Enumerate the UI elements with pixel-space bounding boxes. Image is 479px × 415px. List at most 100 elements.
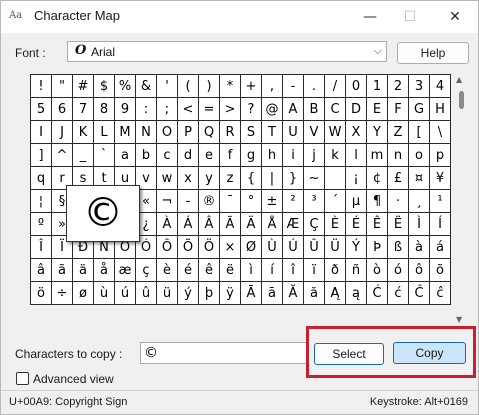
character-cell[interactable]: +	[240, 74, 262, 98]
character-cell[interactable]: 9	[114, 97, 136, 121]
character-cell[interactable]: R	[219, 120, 241, 144]
character-cell[interactable]: Û	[303, 235, 325, 259]
character-cell[interactable]: ì	[240, 258, 262, 282]
character-cell[interactable]: \	[429, 120, 451, 144]
character-cell[interactable]: ^	[51, 143, 73, 167]
character-cell[interactable]: ą	[345, 281, 367, 305]
character-cell[interactable]: i	[282, 143, 304, 167]
character-cell[interactable]: ý	[177, 281, 199, 305]
character-cell[interactable]: î	[282, 258, 304, 282]
character-cell[interactable]: æ	[114, 258, 136, 282]
character-cell[interactable]: J	[51, 120, 73, 144]
character-cell[interactable]: Ö	[198, 235, 220, 259]
character-cell[interactable]: '	[156, 74, 178, 98]
character-cell[interactable]: Ú	[282, 235, 304, 259]
character-cell[interactable]: K	[72, 120, 94, 144]
character-cell[interactable]: Ë	[387, 212, 409, 236]
character-cell[interactable]: ç	[135, 258, 157, 282]
scroll-down-arrow-icon[interactable]: ▼	[456, 315, 462, 324]
character-cell[interactable]: Ą	[324, 281, 346, 305]
character-cell[interactable]: W	[324, 120, 346, 144]
character-cell[interactable]: ;	[156, 97, 178, 121]
character-cell[interactable]: .	[303, 74, 325, 98]
character-cell[interactable]: É	[345, 212, 367, 236]
character-cell[interactable]: ,	[261, 74, 283, 98]
character-cell[interactable]: L	[93, 120, 115, 144]
character-cell[interactable]: Ü	[324, 235, 346, 259]
character-cell[interactable]: ü	[156, 281, 178, 305]
character-cell[interactable]: j	[303, 143, 325, 167]
character-cell[interactable]: ?	[240, 97, 262, 121]
character-cell[interactable]: n	[387, 143, 409, 167]
character-cell[interactable]: ö	[30, 281, 52, 305]
character-cell[interactable]: ¤	[408, 166, 430, 190]
character-cell[interactable]: f	[219, 143, 241, 167]
character-cell[interactable]: ¬	[156, 189, 178, 213]
character-cell[interactable]: ³	[303, 189, 325, 213]
character-cell[interactable]: I	[30, 120, 52, 144]
character-cell[interactable]: Ć	[366, 281, 388, 305]
character-cell[interactable]: ÿ	[219, 281, 241, 305]
character-cell[interactable]: ă	[303, 281, 325, 305]
maximize-button[interactable]: ☐	[388, 5, 432, 29]
character-cell[interactable]: X	[345, 120, 367, 144]
character-cell[interactable]: Î	[30, 235, 52, 259]
character-cell[interactable]: Ä	[240, 212, 262, 236]
character-cell[interactable]: "	[51, 74, 73, 98]
character-cell[interactable]: -	[177, 189, 199, 213]
character-cell[interactable]: ø	[72, 281, 94, 305]
character-cell[interactable]: N	[135, 120, 157, 144]
character-cell[interactable]: Y	[366, 120, 388, 144]
characters-to-copy-input[interactable]: ©	[140, 342, 309, 364]
character-cell[interactable]: F	[387, 97, 409, 121]
character-cell[interactable]: Õ	[177, 235, 199, 259]
character-cell[interactable]: H	[429, 97, 451, 121]
character-cell[interactable]: @	[261, 97, 283, 121]
scrollbar-thumb[interactable]	[459, 91, 464, 109]
character-cell[interactable]: D	[345, 97, 367, 121]
character-cell[interactable]: ô	[408, 258, 430, 282]
character-cell[interactable]: M	[114, 120, 136, 144]
character-cell[interactable]: Z	[387, 120, 409, 144]
character-cell[interactable]: S	[240, 120, 262, 144]
character-cell[interactable]: G	[408, 97, 430, 121]
character-cell[interactable]: ß	[387, 235, 409, 259]
character-cell[interactable]: {	[240, 166, 262, 190]
help-button[interactable]: Help	[397, 42, 469, 64]
select-button[interactable]: Select	[314, 343, 384, 365]
character-cell[interactable]: Q	[198, 120, 220, 144]
character-cell[interactable]: 3	[408, 74, 430, 98]
character-cell[interactable]: `	[93, 143, 115, 167]
character-cell[interactable]: Â	[198, 212, 220, 236]
character-cell[interactable]: à	[408, 235, 430, 259]
character-cell[interactable]: 1	[366, 74, 388, 98]
character-cell[interactable]: 2	[387, 74, 409, 98]
character-cell[interactable]: o	[408, 143, 430, 167]
character-cell[interactable]: ù	[93, 281, 115, 305]
character-cell[interactable]: ÷	[51, 281, 73, 305]
character-cell[interactable]: þ	[198, 281, 220, 305]
character-cell[interactable]: m	[366, 143, 388, 167]
character-cell[interactable]: !	[30, 74, 52, 98]
font-dropdown[interactable]: O Arial ⌵	[67, 41, 387, 62]
character-cell[interactable]: Á	[177, 212, 199, 236]
character-cell[interactable]: d	[177, 143, 199, 167]
character-cell[interactable]: P	[177, 120, 199, 144]
character-cell[interactable]: k	[324, 143, 346, 167]
character-cell[interactable]: O	[156, 120, 178, 144]
character-cell[interactable]: E	[366, 97, 388, 121]
character-cell[interactable]: %	[114, 74, 136, 98]
character-cell[interactable]: ~	[303, 166, 325, 190]
character-cell[interactable]: Í	[429, 212, 451, 236]
character-cell[interactable]: =	[198, 97, 220, 121]
character-cell[interactable]: ¶	[366, 189, 388, 213]
character-cell[interactable]: ã	[51, 258, 73, 282]
character-cell[interactable]: <	[177, 97, 199, 121]
character-cell[interactable]: ð	[324, 258, 346, 282]
character-cell[interactable]: ®	[198, 189, 220, 213]
character-cell[interactable]: |	[261, 166, 283, 190]
character-cell[interactable]: l	[345, 143, 367, 167]
character-cell[interactable]: ë	[219, 258, 241, 282]
scroll-up-arrow-icon[interactable]: ▲	[456, 75, 462, 84]
character-cell[interactable]: b	[135, 143, 157, 167]
